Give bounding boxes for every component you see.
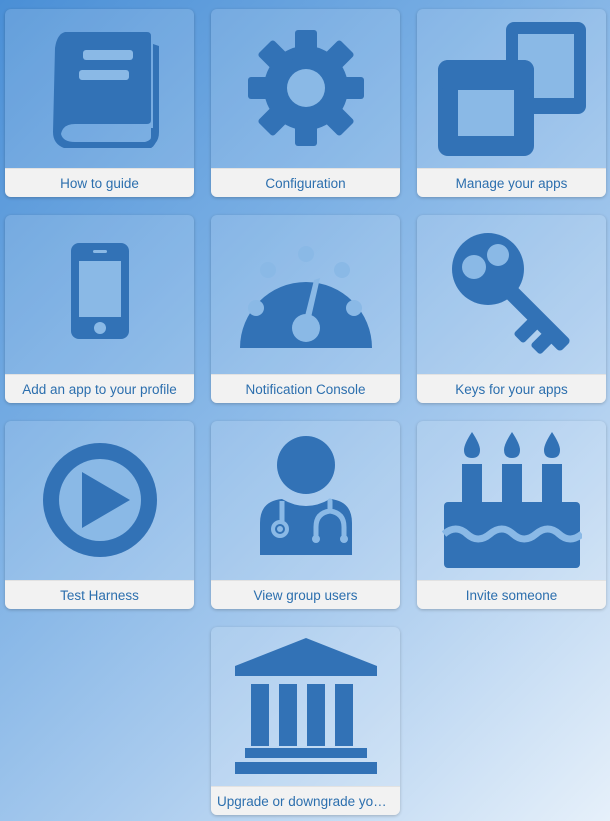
tile-manage-your-apps[interactable]: Manage your apps xyxy=(417,9,606,197)
play-circle-icon xyxy=(5,421,194,579)
bank-building-icon xyxy=(211,627,400,785)
tile-notification-console[interactable]: Notification Console xyxy=(211,215,400,403)
tile-label: View group users xyxy=(211,580,400,609)
tile-label: Configuration xyxy=(211,168,400,197)
tile-view-group-users[interactable]: View group users xyxy=(211,421,400,609)
tile-label: Keys for your apps xyxy=(417,374,606,403)
tile-configuration[interactable]: Configuration xyxy=(211,9,400,197)
windows-icon xyxy=(417,9,606,167)
dashboard-tile-grid: How to guide Configuration Manage your a… xyxy=(0,0,610,821)
tile-keys-for-your-apps[interactable]: Keys for your apps xyxy=(417,215,606,403)
tile-label: Notification Console xyxy=(211,374,400,403)
book-icon xyxy=(5,9,194,167)
mobile-phone-icon xyxy=(5,215,194,373)
tile-label: Upgrade or downgrade your … xyxy=(211,786,400,815)
dashboard-gauge-icon xyxy=(211,215,400,373)
birthday-cake-icon xyxy=(417,421,606,579)
tile-label: Manage your apps xyxy=(417,168,606,197)
tile-label: How to guide xyxy=(5,168,194,197)
tile-label: Test Harness xyxy=(5,580,194,609)
tile-add-app-to-profile[interactable]: Add an app to your profile xyxy=(5,215,194,403)
tile-upgrade-or-downgrade[interactable]: Upgrade or downgrade your … xyxy=(211,627,400,815)
key-icon xyxy=(417,215,606,373)
tile-how-to-guide[interactable]: How to guide xyxy=(5,9,194,197)
tile-test-harness[interactable]: Test Harness xyxy=(5,421,194,609)
doctor-user-icon xyxy=(211,421,400,579)
tile-invite-someone[interactable]: Invite someone xyxy=(417,421,606,609)
gear-icon xyxy=(211,9,400,167)
tile-label: Add an app to your profile xyxy=(5,374,194,403)
tile-label: Invite someone xyxy=(417,580,606,609)
